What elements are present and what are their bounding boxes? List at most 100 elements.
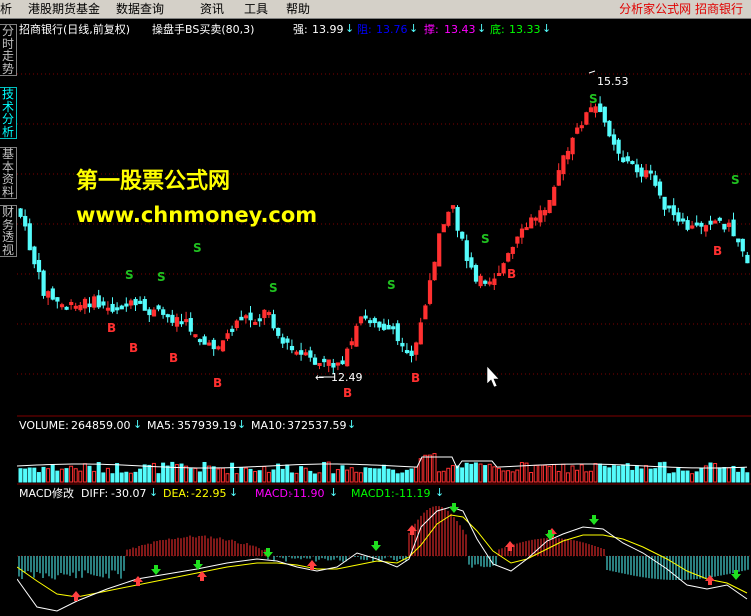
qiang-value: 13.99	[312, 23, 344, 36]
candle-body	[561, 155, 566, 175]
sell-signal-label: S	[269, 281, 278, 295]
volume-bar	[372, 468, 377, 483]
candlesticks	[18, 96, 750, 375]
candle-body	[552, 186, 557, 206]
buy-signal-label: B	[213, 376, 222, 390]
volume-bar	[496, 467, 501, 483]
candle-body	[294, 351, 299, 355]
candle-body	[36, 259, 42, 273]
down-arrow-icon: ↓	[229, 486, 239, 499]
candle-body	[211, 339, 216, 350]
candle-body	[699, 222, 704, 227]
candle-body	[529, 217, 534, 229]
zu-label: 阻:	[357, 23, 372, 36]
candle-body	[124, 303, 129, 307]
volume-bar	[82, 463, 87, 483]
menu-item-news[interactable]: 资讯	[200, 1, 224, 17]
down-arrow-icon	[589, 515, 599, 525]
volume-bar	[740, 467, 745, 483]
candle-body	[110, 303, 115, 312]
volume-bar	[515, 469, 520, 483]
indicator-name: 操盘手BS买卖(80,3)	[152, 23, 255, 36]
candle-body	[372, 318, 377, 324]
volume-bar	[552, 464, 557, 483]
candle-body	[133, 298, 138, 306]
diff-value: -30.07	[111, 487, 147, 500]
volume-bar	[23, 468, 28, 483]
volume-bar	[529, 472, 534, 483]
chart-canvas[interactable]: S SSS SSSSBBBBBBBB 15.53 ← 12.49	[16, 19, 751, 612]
volume-bar	[694, 471, 699, 483]
candle-body	[432, 261, 437, 281]
volume-bar	[340, 465, 345, 483]
candle-body	[588, 107, 594, 113]
volume-bar	[368, 467, 373, 483]
tab-technical-analysis[interactable]: 技术分析	[0, 87, 17, 139]
macd-histogram	[18, 506, 749, 580]
candle-body	[538, 210, 543, 223]
candle-body	[202, 336, 207, 345]
volume-bar	[473, 462, 478, 483]
volume-bar	[510, 471, 515, 483]
volume-bar	[294, 472, 299, 483]
candle-body	[713, 220, 718, 224]
volume-bar	[138, 468, 143, 483]
candle-body	[64, 306, 69, 310]
candle-body	[423, 305, 428, 320]
candle-body	[92, 296, 97, 308]
volume-bar	[234, 473, 239, 483]
volume-bar	[685, 470, 690, 483]
menu-item-data-query[interactable]: 数据查询	[116, 1, 164, 17]
menu-item-tools[interactable]: 工具	[244, 1, 268, 17]
volume-bar	[579, 464, 584, 483]
candle-body	[731, 219, 736, 237]
volume-bar	[621, 464, 626, 483]
volume-bar	[717, 467, 722, 483]
menu-item-hk-futures-funds[interactable]: 港股期货基金	[28, 1, 100, 17]
volume-bar	[492, 466, 497, 483]
volume-label: VOLUME:	[19, 419, 69, 432]
macd1-label: MACD1:	[351, 487, 395, 500]
menu-item-help[interactable]: 帮助	[286, 1, 310, 17]
tab-fundamentals[interactable]: 基本资料	[0, 147, 17, 199]
volume-bar	[708, 462, 713, 483]
sell-signal-label: S	[387, 278, 396, 292]
candle-body	[395, 323, 400, 342]
sell-signal-label: S	[125, 268, 134, 282]
menu-item-analysis[interactable]: 析	[0, 1, 12, 17]
volume-bar	[331, 473, 336, 483]
down-arrow-icon: ↓	[435, 486, 445, 499]
buy-signal-label: B	[129, 341, 138, 355]
volume-bar	[386, 468, 391, 483]
volume-bar	[266, 471, 271, 483]
tab-financials[interactable]: 财务透视	[0, 205, 17, 257]
candle-body	[575, 127, 580, 134]
candle-body	[460, 231, 465, 239]
candle-body	[377, 321, 382, 328]
candle-body	[464, 240, 469, 261]
volume-bar	[598, 463, 603, 483]
candle-body	[151, 309, 157, 317]
volume-bar	[446, 467, 451, 483]
candle-body	[142, 299, 147, 311]
volume-bar	[736, 471, 741, 483]
candle-body	[87, 303, 92, 308]
candle-body	[593, 106, 598, 113]
candle-body	[427, 280, 433, 304]
candle-body	[368, 320, 373, 324]
volume-bar	[262, 466, 267, 483]
candle-body	[644, 170, 649, 178]
volume-bar	[395, 473, 400, 483]
volume-bar	[78, 470, 83, 483]
candle-body	[726, 222, 732, 227]
candle-body	[736, 238, 741, 243]
volume-bar	[556, 470, 561, 483]
chart-area[interactable]: SSSSSSSSBBBBBBBB 15.53 ← 12.49 招商银行(日线,前…	[16, 19, 751, 612]
volume-bar	[501, 470, 506, 483]
buy-signal-label: B	[507, 267, 516, 281]
candle-body	[299, 350, 304, 355]
menu-right-title[interactable]: 分析家公式网 招商银行	[619, 1, 743, 17]
macd-label: MACD:	[255, 487, 292, 500]
tab-intraday[interactable]: 分时走势	[0, 24, 17, 76]
buy-signal-label: B	[343, 386, 352, 400]
